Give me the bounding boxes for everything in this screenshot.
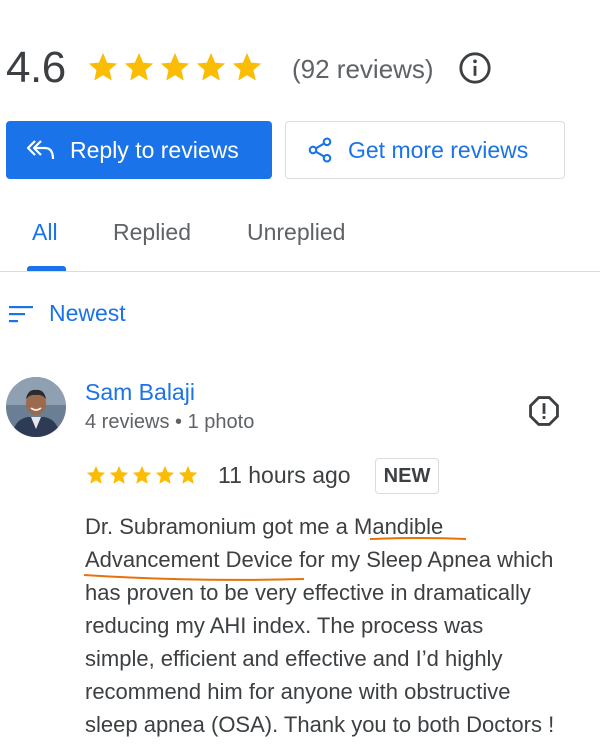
reply-button-label: Reply to reviews: [70, 136, 239, 163]
review-text-line: sleep apnea (OSA). Thank you to both Doc…: [85, 712, 555, 737]
tabs-divider: [0, 271, 600, 272]
sort-label: Newest: [49, 300, 126, 326]
share-icon: [308, 137, 332, 163]
star-icon: [132, 465, 152, 484]
star-icon: [155, 465, 175, 484]
star-icon: [88, 52, 118, 81]
star-icon: [232, 52, 262, 81]
star-icon: [196, 52, 226, 81]
new-badge: NEW: [375, 458, 439, 494]
review-time: 11 hours ago: [218, 462, 351, 488]
sort-button[interactable]: Newest: [8, 300, 126, 327]
info-icon[interactable]: [458, 51, 492, 85]
get-more-reviews-button[interactable]: Get more reviews: [285, 121, 565, 179]
review-stars: [85, 464, 199, 486]
get-more-button-label: Get more reviews: [348, 136, 529, 163]
report-icon[interactable]: [527, 394, 561, 428]
average-rating: 4.6: [6, 43, 66, 92]
spellcheck-underline: [83, 574, 305, 581]
star-icon: [109, 465, 129, 484]
avatar[interactable]: [6, 377, 66, 437]
review-count: (92 reviews): [292, 54, 434, 84]
reviewer-meta: 4 reviews • 1 photo: [85, 411, 255, 433]
review-text: Dr. Subramonium got me a Mandible Advanc…: [85, 510, 595, 741]
review-text-line: Dr. Subramonium got me a Mandible: [85, 514, 444, 539]
review-text-line: recommend him for anyone with obstructiv…: [85, 679, 511, 704]
reviewer-name[interactable]: Sam Balaji: [85, 378, 195, 406]
review-text-line: reducing my AHI index. The process was: [85, 613, 484, 638]
spellcheck-underline: [370, 537, 467, 540]
star-icon: [124, 52, 154, 81]
tab-replied[interactable]: Replied: [113, 218, 191, 246]
rating-stars: [86, 50, 264, 84]
star-icon: [160, 52, 190, 81]
star-icon: [86, 465, 106, 484]
reply-all-icon: [26, 140, 55, 160]
tab-all[interactable]: All: [32, 218, 58, 246]
star-icon: [178, 465, 198, 484]
tab-unreplied[interactable]: Unreplied: [247, 218, 345, 246]
reply-to-reviews-button[interactable]: Reply to reviews: [6, 121, 272, 179]
sort-icon: [9, 305, 33, 322]
review-text-line: simple, efficient and effective and I’d …: [85, 646, 503, 671]
